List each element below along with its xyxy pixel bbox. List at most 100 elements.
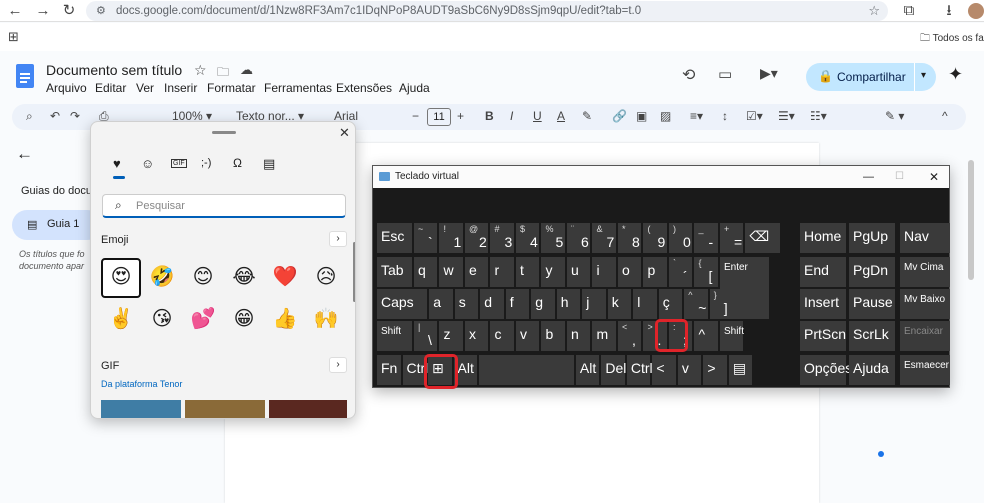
bold-icon[interactable]: B xyxy=(485,109,494,123)
nav-key[interactable]: Mv Cima xyxy=(900,257,950,287)
key[interactable]: h xyxy=(556,289,581,319)
key[interactable]: ⌫ xyxy=(745,223,781,253)
key[interactable]: @2 xyxy=(464,223,489,253)
checklist-icon[interactable]: ☑▾ xyxy=(746,109,763,123)
key[interactable]: Alt xyxy=(575,355,600,385)
meet-icon[interactable]: ▶▾ xyxy=(760,65,778,82)
expand-emoji-button[interactable]: › xyxy=(329,231,347,247)
key[interactable]: ) 0 xyxy=(668,223,693,253)
share-button[interactable]: 🔒 Compartilhar ▾ xyxy=(806,63,936,91)
link-icon[interactable]: 🔗 xyxy=(612,109,627,123)
keyboard-title-bar[interactable]: Teclado virtual — ☐ ✕ xyxy=(373,166,949,188)
emoji-item[interactable]: 💕 xyxy=(185,302,221,338)
bookmark-star-icon[interactable]: ☆ xyxy=(868,1,880,21)
key[interactable]: Del xyxy=(601,355,626,385)
nav-key[interactable]: Home xyxy=(800,223,846,253)
gif-tab-icon[interactable]: GIF xyxy=(171,159,187,168)
extensions-icon[interactable]: ⧉ xyxy=(900,2,918,20)
menu-editar[interactable]: Editar xyxy=(95,81,126,95)
key[interactable]: p xyxy=(643,257,667,287)
expand-gif-button[interactable]: › xyxy=(329,357,347,373)
line-spacing-icon[interactable]: ↕ xyxy=(722,109,728,123)
key[interactable]: ▤ xyxy=(728,355,753,385)
key[interactable]: | \ xyxy=(413,321,438,351)
maximize-icon[interactable]: ☐ xyxy=(895,166,904,188)
close-icon[interactable]: ✕ xyxy=(339,125,350,141)
drag-handle[interactable] xyxy=(212,131,236,134)
emoji-item[interactable]: 🤣 xyxy=(144,260,180,296)
key[interactable]: z xyxy=(439,321,463,351)
emoji-item[interactable]: 😘 xyxy=(144,302,180,338)
emoji-item[interactable]: 🙌 xyxy=(308,302,344,338)
editing-mode-icon[interactable]: ✎ ▾ xyxy=(885,109,904,123)
emoji-item[interactable]: 😥 xyxy=(308,260,344,296)
key[interactable]: & 7 xyxy=(592,223,616,253)
gif-thumbnail-1[interactable] xyxy=(101,400,181,418)
emoji-item[interactable]: 😂 xyxy=(226,260,262,296)
key[interactable]: Esc xyxy=(377,223,412,253)
back-arrow-icon[interactable]: ← xyxy=(16,144,33,164)
emoji-item[interactable]: ❤️ xyxy=(267,260,303,296)
symbols-tab-icon[interactable]: Ω xyxy=(233,156,242,170)
key[interactable]: <, xyxy=(617,321,642,351)
key[interactable]: s xyxy=(454,289,479,319)
minimize-icon[interactable]: — xyxy=(863,166,874,188)
text-color-icon[interactable]: A xyxy=(557,109,565,123)
key[interactable]: Shift xyxy=(377,321,412,351)
key[interactable]: ^ ~ xyxy=(684,289,708,319)
avatar[interactable] xyxy=(968,3,984,19)
key[interactable]: * 8 xyxy=(617,223,642,253)
redo-icon[interactable]: ↷ xyxy=(70,109,80,123)
key[interactable]: {[ xyxy=(694,257,718,287)
kaomoji-smile-icon[interactable]: ☺ xyxy=(141,156,154,171)
key[interactable]: u xyxy=(566,257,591,287)
tab-guia-1[interactable]: ▤ Guia 1 xyxy=(12,210,102,240)
key[interactable]: g xyxy=(531,289,555,319)
menu-arquivo[interactable]: Arquivo xyxy=(46,81,87,95)
key[interactable]: f xyxy=(505,289,530,319)
font-size-input[interactable]: 11 xyxy=(427,108,451,126)
site-info-icon[interactable]: ⚙ xyxy=(96,1,106,21)
key[interactable]: Ctrl xyxy=(402,355,428,385)
back-icon[interactable]: ← xyxy=(6,2,24,20)
close-window-icon[interactable]: ✕ xyxy=(929,166,939,188)
highlight-icon[interactable]: ✎ xyxy=(582,109,592,123)
star-icon[interactable]: ☆ xyxy=(194,62,207,79)
key[interactable]: i xyxy=(592,257,616,287)
key[interactable]: > xyxy=(703,355,727,385)
gif-thumbnail-3[interactable] xyxy=(269,400,347,418)
menu-inserir[interactable]: Inserir xyxy=(164,81,197,95)
emoji-scrollbar[interactable] xyxy=(353,242,355,302)
underline-icon[interactable]: U xyxy=(533,109,542,123)
emoji-item[interactable]: 👍 xyxy=(267,302,303,338)
key[interactable]: t xyxy=(515,257,540,287)
key[interactable]: l xyxy=(633,289,657,319)
nav-key[interactable]: Insert xyxy=(800,289,846,319)
undo-icon[interactable]: ↶ xyxy=(50,109,60,123)
nav-key[interactable]: PrtScn xyxy=(800,321,846,351)
image-icon[interactable]: ▨ xyxy=(660,109,671,123)
key[interactable]: ¨ 6 xyxy=(566,223,591,253)
nav-key[interactable]: Ajuda xyxy=(849,355,895,385)
docs-logo-icon[interactable] xyxy=(16,64,34,88)
forward-icon[interactable]: → xyxy=(34,2,52,20)
nav-key[interactable]: Mv Baixo xyxy=(900,289,950,319)
nav-key[interactable]: Encaixar xyxy=(900,321,950,351)
menu-ajuda[interactable]: Ajuda xyxy=(399,81,430,95)
key[interactable]: a xyxy=(429,289,453,319)
gif-source-link[interactable]: Da plataforma Tenor xyxy=(101,379,182,389)
key[interactable]: x xyxy=(464,321,489,351)
key[interactable]: < xyxy=(652,355,676,385)
key[interactable]: % 5 xyxy=(541,223,565,253)
bookmark-folder[interactable]: 🗀 Todos os fa xyxy=(920,31,984,48)
menu-extensoes[interactable]: Extensões xyxy=(336,81,392,95)
key[interactable] xyxy=(479,355,574,385)
kaomoji-tab-icon[interactable]: ;-) xyxy=(201,157,211,169)
align-icon[interactable]: ≡▾ xyxy=(690,109,703,123)
gif-thumbnail-2[interactable] xyxy=(185,400,265,418)
nav-key[interactable]: PgDn xyxy=(849,257,895,287)
comments-icon[interactable]: ▭ xyxy=(718,65,732,83)
gemini-sparkle-icon[interactable]: ✦ xyxy=(948,64,963,85)
nav-key[interactable]: Esmaecer xyxy=(900,355,950,385)
nav-key[interactable]: PgUp xyxy=(849,223,895,253)
